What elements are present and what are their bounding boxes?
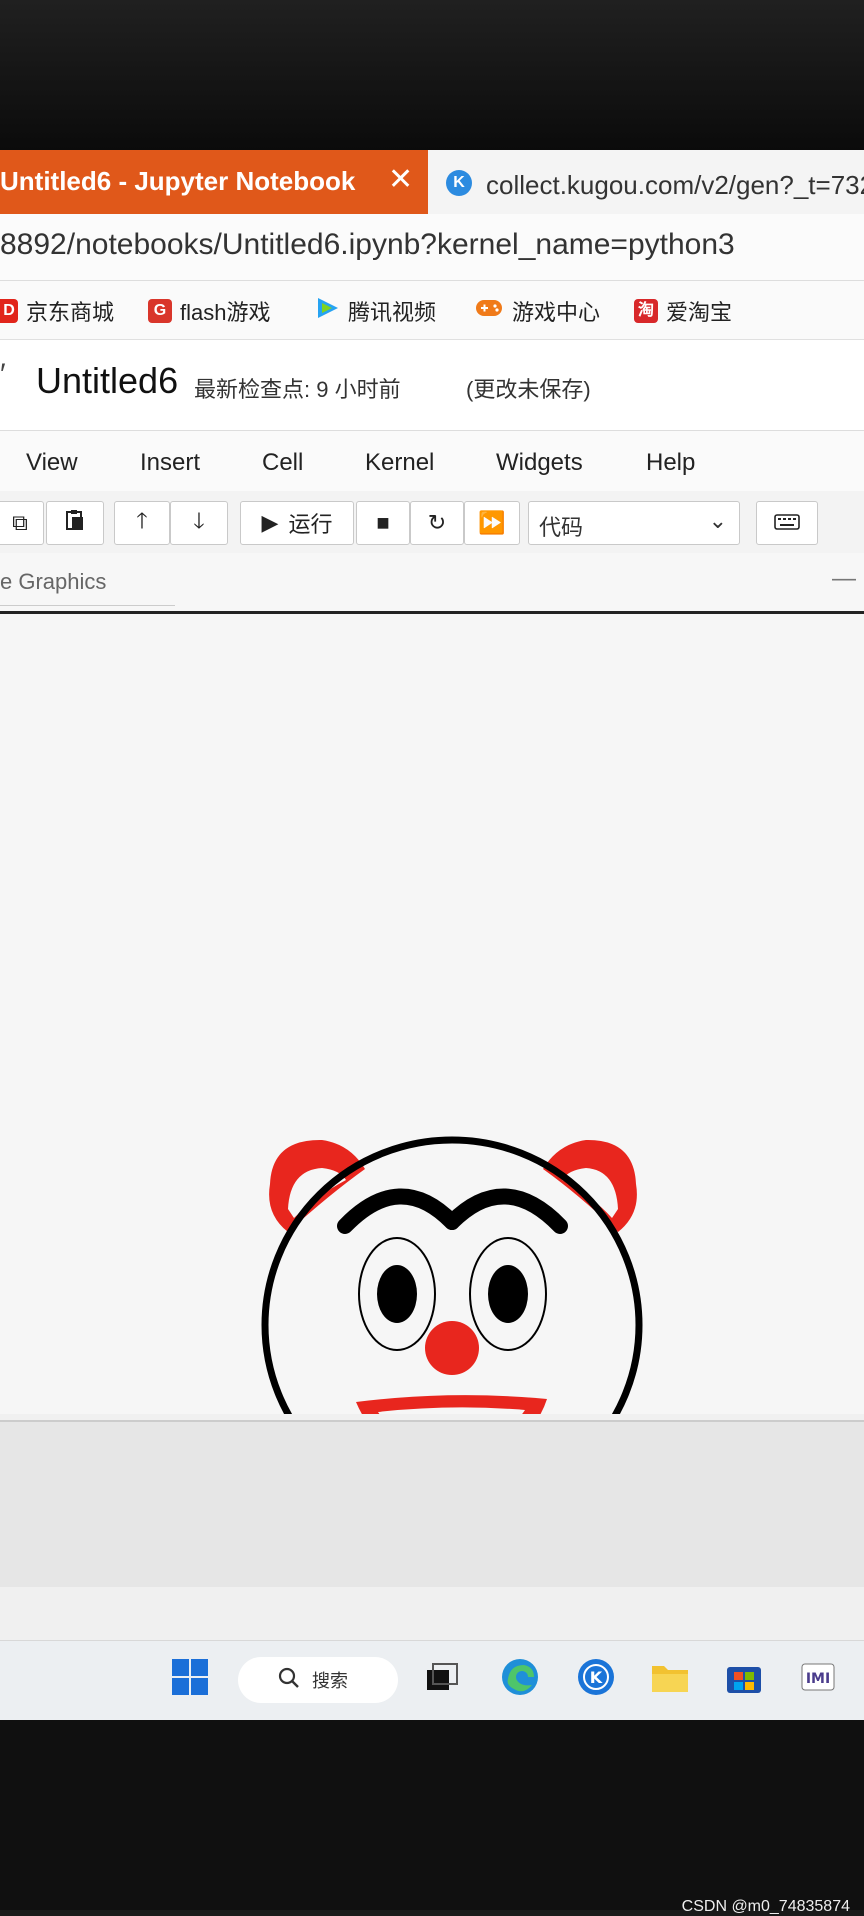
monitor-bezel-top — [0, 0, 864, 150]
bookmarks-bar: D 京东商城 G flash游戏 腾讯视频 游戏中心 淘 爱淘宝 — [0, 281, 864, 340]
browser-tab-bar: Untitled6 - Jupyter Notebook ✕ K collect… — [0, 150, 864, 214]
right-eyebrow — [444, 1188, 568, 1234]
search-label: 搜索 — [312, 1671, 348, 1691]
screen: Untitled6 - Jupyter Notebook ✕ K collect… — [0, 150, 864, 1720]
bookmark-label: flash游戏 — [180, 300, 271, 325]
menu-bar: View Insert Cell Kernel Widgets Help — [0, 431, 864, 492]
empty-window-area — [0, 1420, 864, 1587]
app-icon: IMI — [801, 1663, 835, 1696]
notebook-header: ′ Untitled6 最新检查点: 9 小时前 (更改未保存) — [0, 340, 864, 431]
notebook-title[interactable]: Untitled6 — [36, 360, 178, 402]
file-explorer-button[interactable] — [648, 1657, 692, 1701]
bookmark-jd[interactable]: D 京东商城 — [0, 295, 114, 327]
tencent-video-icon — [314, 295, 340, 327]
taobao-icon: 淘 — [634, 299, 658, 323]
kugou-taskbar-button[interactable]: K — [574, 1657, 618, 1701]
store-icon — [725, 1659, 763, 1700]
store-button[interactable] — [722, 1657, 766, 1701]
watermark: CSDN @m0_74835874 — [681, 1898, 850, 1915]
graphics-canvas — [0, 614, 864, 1414]
right-pupil — [488, 1265, 528, 1323]
bookmark-tencent-video[interactable]: 腾讯视频 — [314, 295, 436, 327]
clown-face-drawing — [261, 1136, 643, 1414]
divider — [0, 605, 175, 606]
kugou-icon: K — [446, 170, 472, 196]
keyboard-shortcuts-button[interactable] — [756, 501, 818, 545]
tab-title: Untitled6 - Jupyter Notebook — [0, 166, 356, 196]
kugou-icon: K — [576, 1657, 616, 1702]
menu-widgets[interactable]: Widgets — [496, 449, 583, 477]
tab-title: collect.kugou.com/v2/gen?_t=732 — [486, 170, 864, 200]
menu-kernel[interactable]: Kernel — [365, 449, 434, 477]
address-bar[interactable]: 8892/notebooks/Untitled6.ipynb?kernel_na… — [0, 214, 864, 281]
run-label: 运行 — [288, 512, 333, 537]
chevron-down-icon: ⌄ — [708, 508, 727, 533]
arrow-up-icon: 🡑 — [136, 508, 148, 533]
bookmark-game-center[interactable]: 游戏中心 — [474, 295, 600, 327]
interrupt-kernel-button[interactable]: ■ — [356, 501, 410, 545]
fast-forward-icon: ⏩ — [478, 510, 506, 535]
restart-kernel-button[interactable]: ↻ — [410, 501, 464, 545]
bookmark-label: 京东商城 — [26, 300, 115, 325]
run-button[interactable]: ▶ 运行 — [240, 501, 354, 545]
bookmark-label: 游戏中心 — [512, 300, 601, 325]
search-icon — [278, 1667, 300, 1694]
close-icon[interactable]: ✕ — [388, 162, 413, 197]
flash-games-icon: G — [148, 299, 172, 323]
app-button[interactable]: IMI — [796, 1657, 840, 1701]
copy-cell-button[interactable]: ⧉ — [0, 501, 44, 545]
bookmark-label: 腾讯视频 — [348, 300, 437, 325]
menu-help[interactable]: Help — [646, 449, 695, 477]
bookmark-flash-games[interactable]: G flash游戏 — [148, 295, 270, 327]
play-icon: ▶ — [261, 510, 279, 535]
notebook-toolbar: ⧉ 🡑 🡓 ▶ 运行 ■ ↻ ⏩ 代码 ⌄ — [0, 491, 864, 553]
save-status: (更改未保存) — [466, 377, 591, 402]
menu-view[interactable]: View — [26, 449, 78, 477]
move-down-button[interactable]: 🡓 — [170, 501, 228, 545]
stop-icon: ■ — [376, 510, 390, 535]
move-up-button[interactable]: 🡑 — [114, 501, 170, 545]
header-edge: ′ — [0, 358, 6, 391]
svg-text:K: K — [590, 1668, 603, 1687]
tab-jupyter[interactable]: Untitled6 - Jupyter Notebook ✕ — [0, 150, 428, 214]
svg-text:IMI: IMI — [806, 1671, 830, 1687]
menu-insert[interactable]: Insert — [140, 449, 200, 477]
graphics-window-header: e Graphics — — [0, 553, 864, 614]
menu-cell[interactable]: Cell — [262, 449, 303, 477]
restart-run-all-button[interactable]: ⏩ — [464, 501, 520, 545]
monitor-bezel-bottom — [0, 1720, 864, 1910]
keyboard-icon — [774, 510, 800, 536]
copy-icon: ⧉ — [12, 510, 28, 535]
url-text[interactable]: 8892/notebooks/Untitled6.ipynb?kernel_na… — [0, 228, 735, 262]
left-eyebrow — [337, 1188, 460, 1234]
tab-kugou[interactable]: K collect.kugou.com/v2/gen?_t=732 — [428, 150, 864, 214]
cell-type-select[interactable]: 代码 ⌄ — [528, 501, 740, 545]
edge-button[interactable] — [498, 1657, 542, 1701]
restart-icon: ↻ — [427, 510, 447, 535]
task-view-button[interactable] — [420, 1657, 464, 1701]
taskbar-search[interactable]: 搜索 — [238, 1657, 398, 1703]
windows-icon — [171, 1658, 209, 1701]
paste-cell-button[interactable] — [46, 501, 104, 545]
task-view-icon — [425, 1662, 459, 1697]
paste-icon — [65, 509, 85, 537]
cell-type-value: 代码 — [539, 515, 584, 540]
start-button[interactable] — [168, 1657, 212, 1701]
arrow-down-icon: 🡓 — [193, 508, 205, 533]
bookmark-label: 爱淘宝 — [666, 300, 733, 325]
game-center-icon — [474, 296, 504, 326]
left-pupil — [377, 1265, 417, 1323]
windows-taskbar: 搜索 K IMI — [0, 1640, 864, 1720]
checkpoint-status: 最新检查点: 9 小时前 — [194, 377, 401, 402]
graphics-window-title: e Graphics — [0, 569, 107, 594]
minimize-button[interactable]: — — [832, 565, 856, 593]
edge-icon — [500, 1657, 540, 1702]
red-nose — [425, 1321, 479, 1375]
jd-icon: D — [0, 299, 18, 323]
bookmark-taobao[interactable]: 淘 爱淘宝 — [634, 295, 732, 327]
folder-icon — [650, 1660, 690, 1699]
